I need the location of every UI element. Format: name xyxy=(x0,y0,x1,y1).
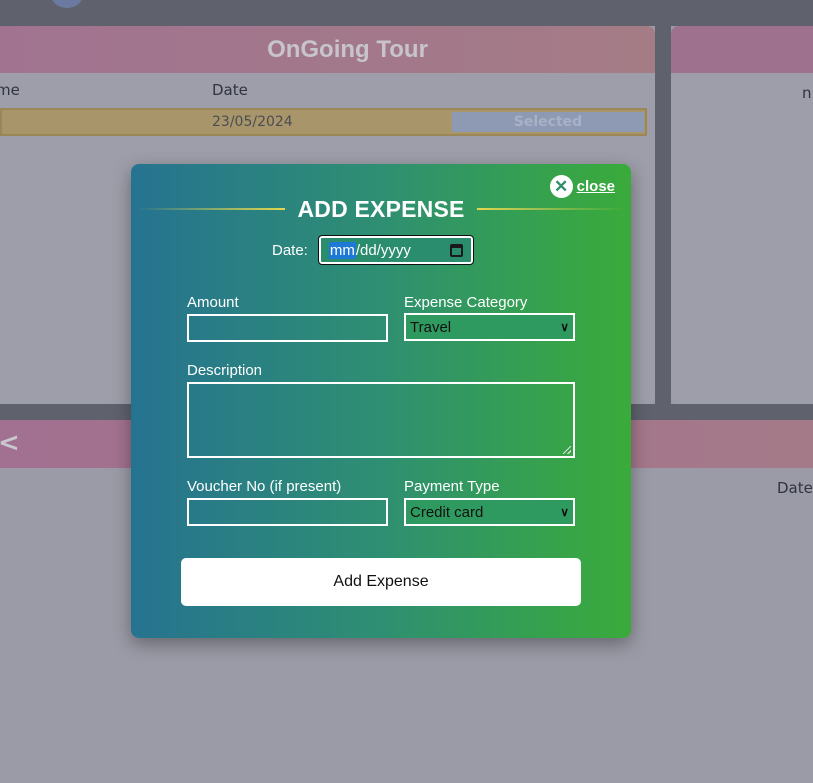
row-date: 23/05/2024 xyxy=(212,114,293,130)
payment-type-select[interactable]: Credit card ∨ xyxy=(404,498,575,526)
table-row[interactable]: 23/05/2024 Selected xyxy=(0,108,647,136)
category-label: Expense Category xyxy=(404,294,528,311)
title-divider-right xyxy=(476,208,626,210)
date-row: Date: mm /dd/yyyy xyxy=(272,235,474,265)
chevron-down-icon: ∨ xyxy=(560,320,569,334)
title-divider-left xyxy=(137,208,286,210)
column-date: Date xyxy=(212,81,248,99)
side-card-header xyxy=(671,26,813,73)
ongoing-tour-title: OnGoing Tour xyxy=(267,35,428,63)
calendar-icon[interactable] xyxy=(449,243,463,257)
top-bar xyxy=(0,0,813,26)
card-divider xyxy=(655,26,671,404)
date-label: Date: xyxy=(272,241,308,259)
amount-label: Amount xyxy=(187,294,239,311)
date-input[interactable]: mm /dd/yyyy xyxy=(317,235,474,265)
amount-input[interactable] xyxy=(187,314,388,342)
modal-title-row: ADD EXPENSE xyxy=(137,195,626,223)
date-rest-segments[interactable]: /dd/yyyy xyxy=(356,242,450,259)
column-name: me xyxy=(0,81,20,99)
resize-handle-icon[interactable] xyxy=(563,446,571,454)
bottom-column-date: Date xyxy=(777,479,813,497)
payment-type-selected-value: Credit card xyxy=(410,503,484,521)
bottom-section-glyph: < xyxy=(0,428,20,458)
side-card-text: n xyxy=(802,84,812,102)
voucher-input[interactable] xyxy=(187,498,388,526)
close-link[interactable]: close xyxy=(577,178,615,195)
row-selected-badge[interactable]: Selected xyxy=(452,112,644,132)
chevron-down-icon: ∨ xyxy=(560,505,569,519)
voucher-label: Voucher No (if present) xyxy=(187,478,342,495)
description-textarea[interactable] xyxy=(187,382,575,458)
date-month-segment[interactable]: mm xyxy=(328,241,356,259)
add-expense-modal: ✕ close ADD EXPENSE Date: mm /dd/yyyy Am… xyxy=(131,164,631,638)
table-header: me Date xyxy=(0,73,655,108)
category-select[interactable]: Travel ∨ xyxy=(404,313,575,341)
ongoing-tour-header: OnGoing Tour xyxy=(0,26,655,73)
payment-type-label: Payment Type xyxy=(404,478,500,495)
modal-title: ADD EXPENSE xyxy=(297,195,465,222)
description-label: Description xyxy=(187,362,263,379)
add-expense-button[interactable]: Add Expense xyxy=(181,558,581,606)
side-card: n xyxy=(671,26,813,404)
category-selected-value: Travel xyxy=(410,318,452,336)
